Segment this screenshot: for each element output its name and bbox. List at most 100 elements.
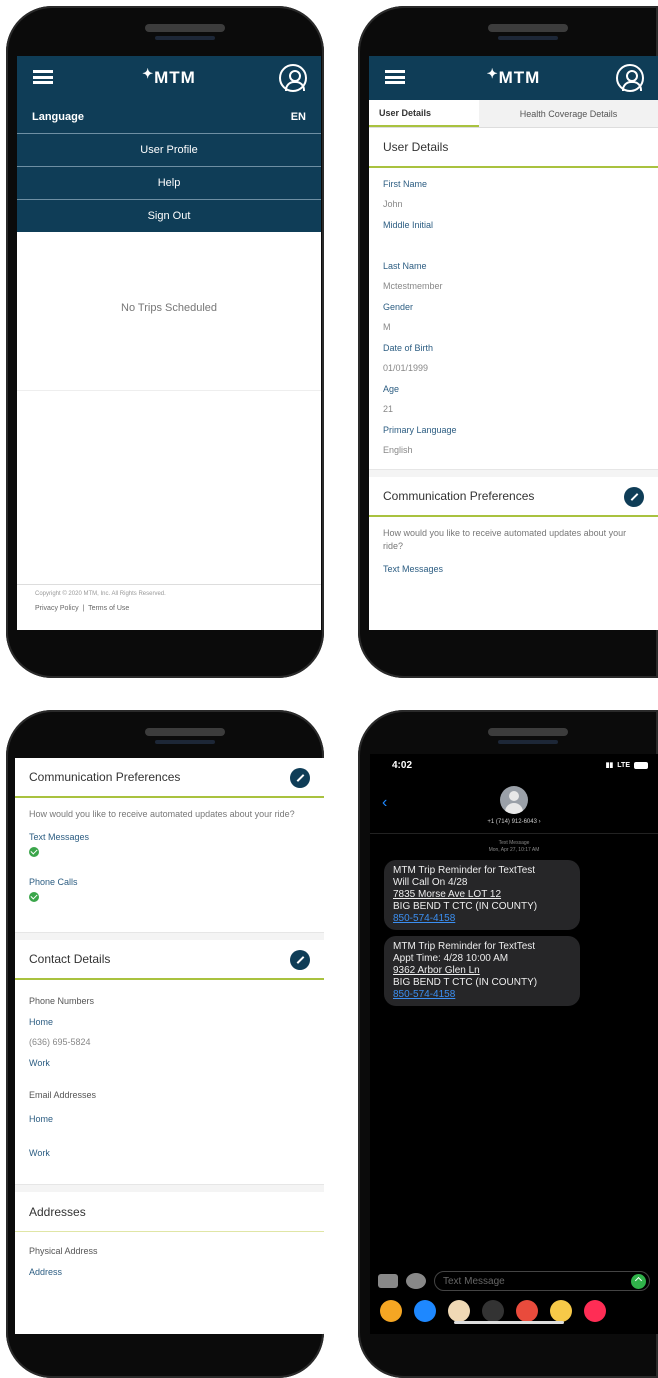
menu-item-help[interactable]: Help <box>17 166 321 199</box>
camera-icon[interactable] <box>378 1274 398 1288</box>
message-bubble[interactable]: MTM Trip Reminder for TextTest Appt Time… <box>384 936 580 1006</box>
copyright-text: Copyright © 2020 MTM, Inc. All Rights Re… <box>35 591 166 597</box>
address-label: Address <box>29 1267 63 1277</box>
phone-home-value[interactable]: (636) 695-5824 <box>15 1037 324 1047</box>
phone-numbers-heading: Phone Numbers <box>29 996 95 1006</box>
app-header: ✦MTM <box>17 56 321 100</box>
message-timestamp: Text Message Mon, Apr 27, 10:17 AM <box>370 833 658 854</box>
msg-line: Will Call On 4/28 <box>393 877 468 888</box>
physical-address-heading: Physical Address <box>29 1246 98 1256</box>
age-label: Age <box>383 384 400 394</box>
screen-contact-details: Communication Preferences How would you … <box>15 758 324 1334</box>
text-messages-check-icon <box>29 847 39 857</box>
contact-details-title: Contact Details <box>15 940 324 980</box>
appstore-app-icon[interactable] <box>414 1300 436 1322</box>
message-bubble[interactable]: MTM Trip Reminder for TextTest Will Call… <box>384 860 580 930</box>
message-kind: Text Message <box>498 840 530 846</box>
empty-trips-message: No Trips Scheduled <box>121 302 217 314</box>
comm-question: How would you like to receive automated … <box>29 809 295 819</box>
message-date: Mon, Apr 27, 10:17 AM <box>488 847 540 853</box>
send-arrow-icon[interactable] <box>631 1274 646 1289</box>
tab-health-coverage-details[interactable]: Health Coverage Details <box>479 100 658 127</box>
terms-of-use-link[interactable]: Terms of Use <box>88 605 129 612</box>
edit-pencil-icon[interactable] <box>290 950 310 970</box>
msg-line: MTM Trip Reminder for TextTest <box>393 941 536 952</box>
dob-value: 01/01/1999 <box>383 363 429 373</box>
gender-value: M <box>383 322 391 332</box>
tab-user-details[interactable]: User Details <box>369 100 479 127</box>
section-divider <box>369 469 658 477</box>
age-value: 21 <box>383 404 394 414</box>
app-store-icon[interactable] <box>406 1273 426 1289</box>
language-label: Language <box>32 110 84 123</box>
status-time: 4:02 <box>392 759 413 771</box>
addresses-title: Addresses <box>15 1192 324 1232</box>
phone-frame-messages: 4:02 ▮▮ LTE ‹ +1 (714) 912-6043 › Text M… <box>358 710 658 1378</box>
user-profile-icon[interactable] <box>616 64 644 92</box>
first-name-label: First Name <box>383 179 428 189</box>
contact-avatar <box>500 786 528 814</box>
phone-calls-label: Phone Calls <box>29 877 78 887</box>
msg-address-link[interactable]: 7835 Morse Ave LOT 12 <box>393 889 571 901</box>
phone-home-label: Home <box>29 1017 54 1027</box>
msg-line: BIG BEND T CTC (IN COUNTY) <box>393 977 538 988</box>
screen-user-details: ✦MTM User Details Health Coverage Detail… <box>369 56 658 630</box>
language-row[interactable]: Language EN <box>17 100 321 133</box>
msg-address-link[interactable]: 9362 Arbor Glen Ln <box>393 965 571 977</box>
email-home-label: Home <box>29 1114 54 1124</box>
gender-label: Gender <box>383 302 414 312</box>
digital-touch-app-icon[interactable] <box>516 1300 538 1322</box>
email-addresses-heading: Email Addresses <box>29 1090 97 1100</box>
primary-language-label: Primary Language <box>383 425 457 435</box>
last-name-label: Last Name <box>383 261 427 271</box>
section-divider <box>15 932 324 940</box>
language-value[interactable]: EN <box>291 111 306 123</box>
animoji-app-icon[interactable] <box>550 1300 572 1322</box>
dob-label: Date of Birth <box>383 343 434 353</box>
applepay-app-icon[interactable] <box>482 1300 504 1322</box>
comm-question: How would you like to receive automated … <box>383 528 627 551</box>
phone-calls-check-icon <box>29 892 39 902</box>
contact-number[interactable]: +1 (714) 912-6043 › <box>370 819 658 825</box>
msg-phone-link[interactable]: 850-574-4158 <box>393 913 571 925</box>
user-details-title: User Details <box>369 128 658 168</box>
privacy-policy-link[interactable]: Privacy Policy <box>35 605 79 612</box>
communication-preferences-title: Communication Preferences <box>15 758 324 798</box>
edit-pencil-icon[interactable] <box>290 768 310 788</box>
details-tabs: User Details Health Coverage Details <box>369 100 658 128</box>
images-app-icon[interactable] <box>584 1300 606 1322</box>
ios-status-bar: 4:02 ▮▮ LTE <box>370 754 658 776</box>
mtm-logo: ✦MTM <box>486 66 541 87</box>
memoji-app-icon[interactable] <box>448 1300 470 1322</box>
message-composer: Text Message <box>370 1270 658 1292</box>
mtm-logo: ✦MTM <box>142 66 196 87</box>
message-input-placeholder: Text Message <box>443 1275 505 1287</box>
middle-initial-value <box>369 240 658 250</box>
screen-menu: ✦MTM Language EN User Profile Help Sign … <box>17 56 321 630</box>
network-label: LTE <box>617 761 630 769</box>
text-messages-label: Text Messages <box>29 832 90 842</box>
communication-preferences-title: Communication Preferences <box>369 477 658 517</box>
hamburger-menu-icon[interactable] <box>385 70 405 84</box>
contact-header[interactable]: +1 (714) 912-6043 › <box>370 786 658 825</box>
msg-line: Appt Time: 4/28 10:00 AM <box>393 953 509 964</box>
primary-language-value: English <box>383 445 413 455</box>
footer: Copyright © 2020 MTM, Inc. All Rights Re… <box>17 584 321 630</box>
message-input[interactable]: Text Message <box>434 1271 650 1291</box>
divider <box>17 390 321 391</box>
edit-pencil-icon[interactable] <box>624 487 644 507</box>
msg-line: MTM Trip Reminder for TextTest <box>393 865 536 876</box>
hamburger-menu-icon[interactable] <box>33 70 53 84</box>
section-divider <box>15 1184 324 1192</box>
imessage-app-strip <box>370 1300 658 1322</box>
user-details-fields: First Name John Middle Initial Last Name… <box>369 179 658 455</box>
photos-app-icon[interactable] <box>380 1300 402 1322</box>
user-profile-icon[interactable] <box>279 64 307 92</box>
menu-item-user-profile[interactable]: User Profile <box>17 133 321 166</box>
screen-messages: 4:02 ▮▮ LTE ‹ +1 (714) 912-6043 › Text M… <box>370 754 658 1334</box>
email-work-label: Work <box>29 1148 50 1158</box>
msg-phone-link[interactable]: 850-574-4158 <box>393 989 571 1001</box>
menu-item-sign-out[interactable]: Sign Out <box>17 199 321 232</box>
middle-initial-label: Middle Initial <box>383 220 434 230</box>
back-chevron-icon[interactable]: ‹ <box>382 794 387 812</box>
